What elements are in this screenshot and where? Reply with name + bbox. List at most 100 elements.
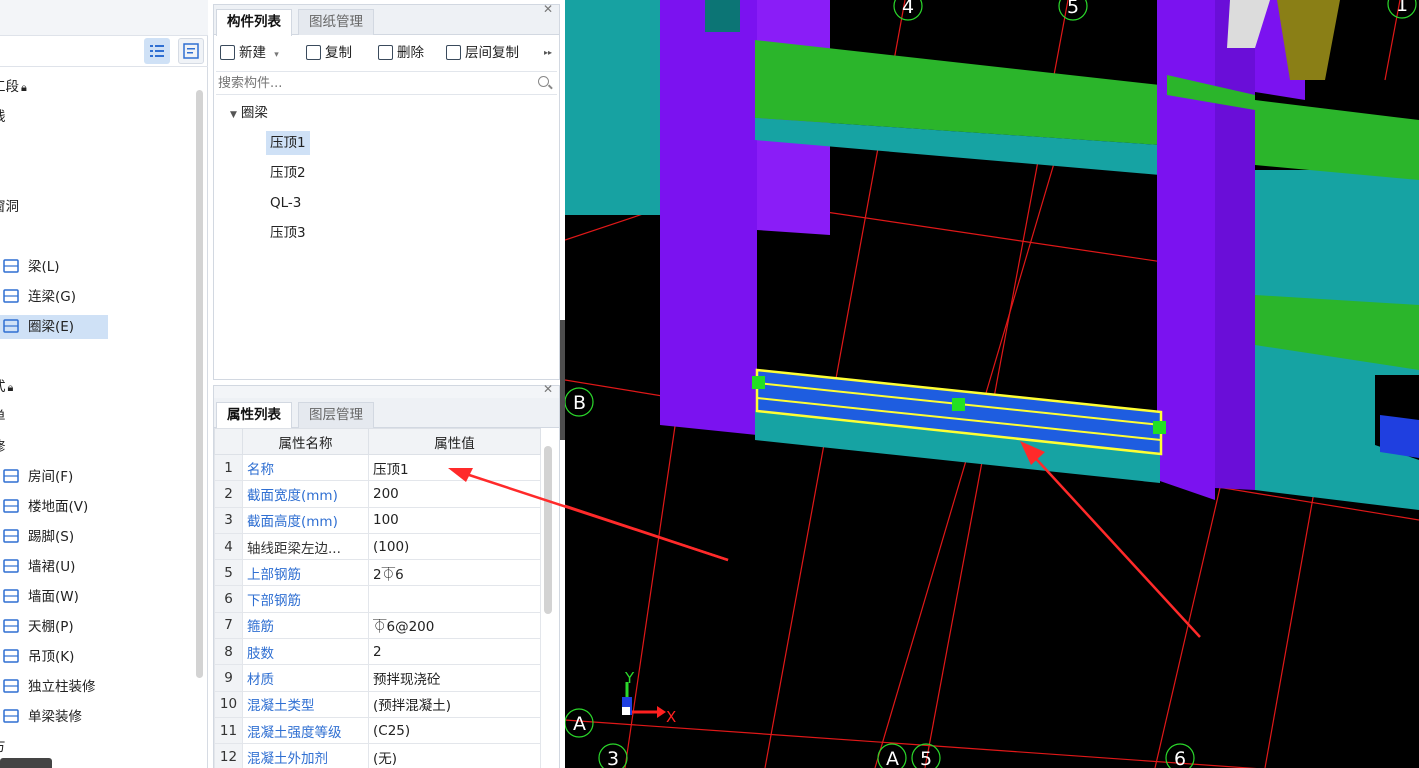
grip-end[interactable] (1153, 421, 1166, 434)
nav-item-label: 线 (0, 109, 6, 125)
collapse-arrow-icon[interactable]: ▼ (230, 110, 237, 120)
property-name: 截面高度(mm) (242, 506, 369, 534)
tab-layer-management[interactable]: 图层管理 (298, 402, 374, 428)
property-name: 下部钢筋 (242, 585, 369, 613)
y-axis-label: Y (624, 669, 635, 687)
property-value[interactable] (368, 585, 541, 613)
nav-item[interactable]: 连梁(G) (0, 285, 76, 309)
more-tools-button[interactable]: ▸▸ (544, 42, 552, 64)
nav-item[interactable]: 方 (0, 735, 6, 759)
tab-component-list[interactable]: 构件列表 (216, 9, 292, 36)
nav-item[interactable]: 踢脚(S) (0, 525, 74, 549)
tree-group-ring-beam[interactable]: ▼ 圈梁 (230, 101, 268, 125)
nav-item[interactable]: 线 (0, 105, 6, 129)
property-name: 材质 (242, 664, 369, 692)
lock-icon: 🔒︎ (21, 81, 27, 94)
property-row[interactable]: 10 混凝土类型 (预拌混凝土) (214, 690, 541, 718)
axis-label: 1 (1396, 0, 1408, 16)
property-row[interactable]: 12 混凝土外加剂 (无) (214, 743, 541, 768)
nav-item[interactable]: 单 (0, 405, 6, 429)
property-row[interactable]: 8 肢数 2 (214, 638, 541, 666)
nav-item[interactable]: 窗洞 (0, 195, 19, 219)
grip-start[interactable] (752, 376, 765, 389)
tab-property-list[interactable]: 属性列表 (216, 402, 292, 429)
tree-item[interactable]: 压顶1 (266, 131, 310, 155)
row-index: 10 (214, 690, 243, 718)
coupling-beam-icon (2, 288, 20, 304)
axis-label: A (886, 748, 899, 768)
property-value[interactable]: 2 (368, 638, 541, 666)
coordinate-triad: X Y (622, 669, 676, 726)
property-name: 箍筋 (242, 611, 369, 640)
delete-label: 删除 (397, 45, 424, 61)
nav-item-label: 窗洞 (0, 199, 19, 215)
nav-item[interactable]: 房间(F) (0, 465, 73, 489)
search-input[interactable] (218, 74, 528, 93)
close-icon[interactable]: ✕ (543, 2, 553, 16)
ring-beam-icon (2, 318, 20, 334)
row-index: 5 (214, 559, 243, 587)
property-name: 混凝土类型 (242, 690, 369, 718)
dropdown-arrow-icon[interactable]: ▾ (274, 50, 279, 60)
property-name: 混凝土外加剂 (242, 743, 369, 768)
nav-item-label: 单 (0, 409, 6, 425)
beam-icon (2, 258, 20, 274)
tree-item[interactable]: 压顶3 (266, 221, 310, 245)
nav-item[interactable]: 梁(L) (0, 255, 60, 279)
3d-viewport[interactable]: 4 5 1 B A 3 A 5 6 X Y (565, 0, 1419, 768)
nav-item[interactable]: 单梁装修 (0, 705, 82, 729)
property-row[interactable]: 9 材质 预拌现浇砼 (214, 664, 541, 692)
property-close-icon[interactable]: ✕ (543, 382, 553, 396)
x-axis-label: X (666, 708, 676, 726)
property-list-panel: 属性列表 图层管理 属性名称 属性值 1 名称 压顶1 2 截面宽度(mm) 200 3 截面… (213, 398, 560, 768)
component-search (216, 71, 557, 95)
floor-copy-button[interactable]: 层间复制 (446, 42, 519, 64)
delete-button[interactable]: 删除 (378, 42, 424, 64)
detail-view-button[interactable] (178, 38, 204, 64)
tree-item[interactable]: QL-3 (266, 191, 305, 215)
property-value[interactable]: 预拌现浇砼 (368, 664, 541, 692)
nav-item[interactable]: 吊顶(K) (0, 645, 74, 669)
tab-drawing-management[interactable]: 图纸管理 (298, 9, 374, 35)
nav-item[interactable]: 墙裙(U) (0, 555, 75, 579)
grip-mid[interactable] (952, 398, 965, 411)
property-row[interactable]: 11 混凝土强度等级 (C25) (214, 716, 541, 745)
nav-item[interactable]: 独立柱装修 (0, 675, 96, 699)
nav-item[interactable]: 工段🔒︎ (0, 75, 27, 99)
wall-face-icon (2, 588, 20, 604)
annotation-arrow-overlay (448, 468, 729, 562)
list-view-icon (150, 45, 164, 57)
left-nav-panel: 工段🔒︎ 线窗洞梁(L) 连梁(G) 圈梁(E) 式🔒︎ 单修房间(F) 楼地面(V) 踢脚(… (0, 0, 208, 768)
component-toolbar: 新建 ▾ 复制 删除 层间复制 ▸▸ (214, 37, 559, 69)
property-value[interactable]: (无) (368, 743, 541, 768)
new-button[interactable]: 新建 ▾ (220, 42, 279, 64)
property-row[interactable]: 6 下部钢筋 (214, 585, 541, 613)
tree-group-label: 圈梁 (240, 105, 268, 121)
nav-item[interactable]: 天棚(P) (0, 615, 74, 639)
nav-item-label: 房间(F) (28, 469, 74, 485)
nav-item[interactable]: 修 (0, 435, 6, 459)
delete-icon (378, 45, 393, 60)
nav-item-label: 墙面(W) (28, 589, 79, 605)
property-value[interactable]: ⏁6@200 (368, 611, 541, 640)
nav-item[interactable]: 圈梁(E) (0, 315, 108, 339)
nav-item[interactable]: 楼地面(V) (0, 495, 88, 519)
property-value[interactable]: (C25) (368, 716, 541, 745)
axis-label: B (573, 392, 586, 414)
row-index: 3 (214, 506, 243, 534)
room-icon (2, 468, 20, 484)
3d-model-drawing[interactable]: 4 5 1 B A 3 A 5 6 X Y (565, 0, 1419, 768)
tree-item[interactable]: 压顶2 (266, 161, 310, 185)
property-row[interactable]: 7 箍筋 ⏁6@200 (214, 611, 541, 640)
list-view-button[interactable] (144, 38, 170, 64)
column-left[interactable] (660, 0, 757, 435)
status-corner (0, 758, 52, 768)
search-icon[interactable] (538, 76, 549, 87)
copy-button[interactable]: 复制 (306, 42, 352, 64)
property-value[interactable]: (预拌混凝土) (368, 690, 541, 718)
nav-scrollbar[interactable] (196, 90, 203, 678)
nav-item[interactable]: 墙面(W) (0, 585, 79, 609)
floor-icon (2, 498, 20, 514)
nav-item[interactable]: 式🔒︎ (0, 375, 13, 399)
row-index: 8 (214, 638, 243, 666)
